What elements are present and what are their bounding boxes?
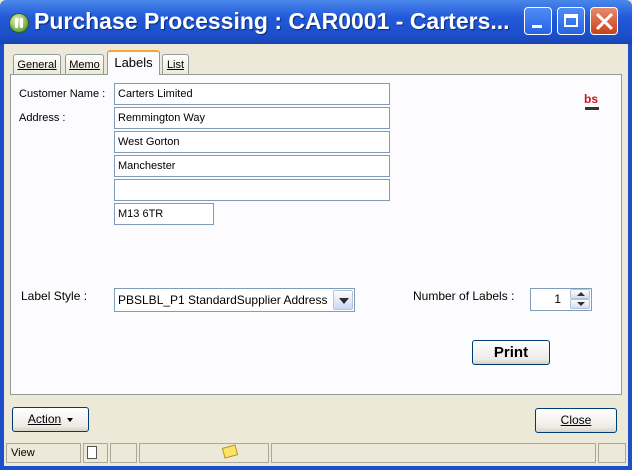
minimize-icon: [532, 25, 542, 28]
bs-logo-text: bs: [584, 92, 599, 106]
caret-down-icon: [67, 417, 74, 422]
number-of-labels-value: 1: [554, 292, 561, 306]
status-note-cell[interactable]: [139, 443, 269, 463]
window-frame-right: [628, 44, 632, 470]
tab-list-label: List: [166, 59, 185, 71]
arrow-up-icon: [577, 292, 585, 296]
status-bar: View: [4, 441, 628, 466]
bs-logo-bar: [585, 107, 599, 110]
customer-name-label: Customer Name :: [19, 88, 106, 100]
document-icon: [87, 446, 97, 459]
status-mode: View: [6, 443, 81, 463]
number-of-labels-label: Number of Labels :: [413, 289, 515, 303]
tab-labels[interactable]: Labels: [107, 50, 160, 75]
app-icon: [9, 13, 29, 33]
tab-list[interactable]: List: [162, 54, 189, 74]
maximize-button[interactable]: [557, 7, 585, 35]
stepper-down-button[interactable]: [570, 299, 590, 309]
address-label: Address :: [19, 112, 66, 124]
tab-memo-label: Memo: [69, 59, 100, 71]
status-grip-cell: [598, 443, 626, 463]
status-cell-2: [110, 443, 137, 463]
window-title: Purchase Processing : CAR0001 - Carters.…: [34, 8, 510, 34]
label-style-select[interactable]: PBSLBL_P1 StandardSupplier Address: [114, 288, 355, 312]
minimize-button[interactable]: [524, 7, 552, 35]
postcode-field[interactable]: M13 6TR: [114, 203, 214, 225]
customer-name-field[interactable]: Carters Limited: [114, 83, 390, 105]
arrow-down-icon: [577, 302, 585, 306]
window-frame-left: [0, 44, 4, 470]
tab-memo[interactable]: Memo: [65, 54, 104, 74]
close-button[interactable]: Close: [535, 408, 617, 433]
label-style-value: PBSLBL_P1 StandardSupplier Address: [118, 293, 328, 307]
label-style-label: Label Style :: [21, 289, 88, 303]
address-line-1-field[interactable]: Remmington Way: [114, 107, 390, 129]
tab-general-label: General: [17, 59, 57, 71]
label-style-dropdown-button[interactable]: [333, 290, 353, 310]
chevron-down-icon: [339, 298, 349, 304]
action-button-label: Action: [27, 412, 62, 426]
bs-logo: bs: [584, 92, 600, 111]
maximize-icon: [564, 14, 578, 27]
address-line-2-field[interactable]: West Gorton: [114, 131, 390, 153]
stepper-up-button[interactable]: [570, 289, 590, 299]
close-window-button[interactable]: [590, 7, 618, 35]
tab-general[interactable]: General: [13, 54, 61, 74]
print-button[interactable]: Print: [472, 340, 550, 365]
action-button[interactable]: Action: [12, 407, 89, 432]
tab-labels-label: Labels: [114, 55, 153, 70]
address-line-3-field[interactable]: Manchester: [114, 155, 390, 177]
window-frame-bottom: [0, 466, 632, 470]
title-bar[interactable]: Purchase Processing : CAR0001 - Carters.…: [0, 0, 632, 44]
address-line-4-field[interactable]: [114, 179, 390, 201]
number-of-labels-stepper[interactable]: 1: [530, 288, 592, 311]
close-button-label: Close: [560, 413, 592, 427]
status-message-cell: [271, 443, 596, 463]
